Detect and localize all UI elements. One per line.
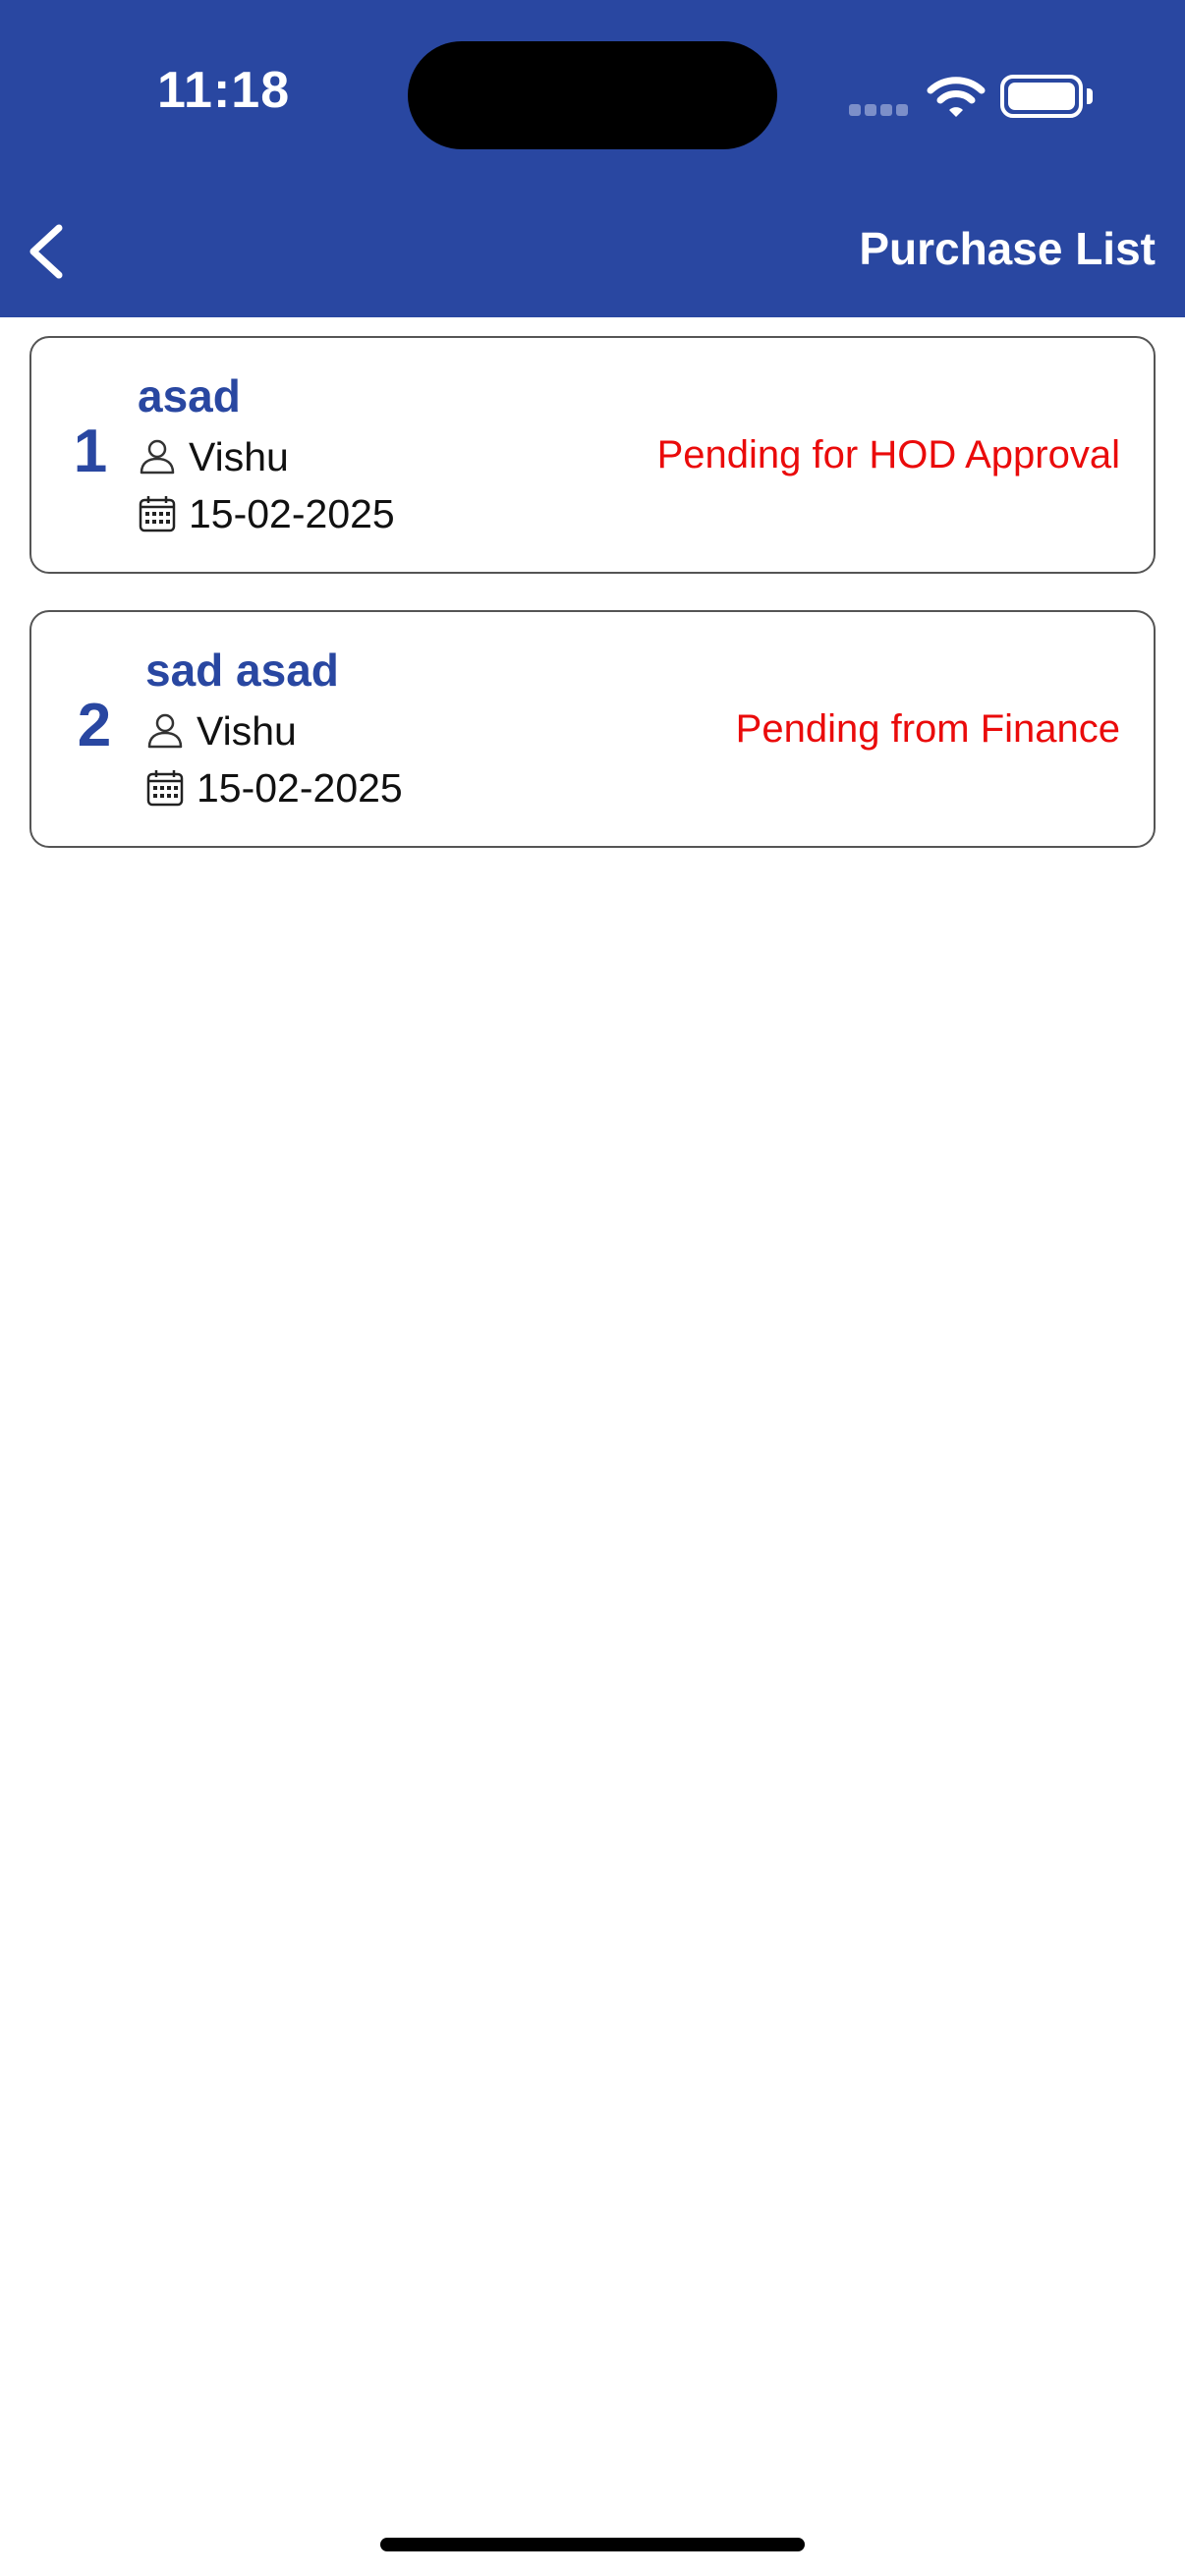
purchase-user: Vishu [189, 433, 289, 479]
purchase-user: Vishu [197, 707, 297, 754]
status-badge: Pending for HOD Approval [656, 433, 1120, 476]
purchase-user-row: Vishu [145, 703, 297, 758]
status-badge: Pending from Finance [735, 707, 1120, 751]
person-icon [147, 713, 183, 749]
battery-icon [1000, 75, 1083, 118]
chevron-left-icon [29, 224, 63, 279]
status-bar-time: 11:18 [157, 62, 291, 119]
purchase-title: sad asad [145, 644, 339, 696]
battery-level [1008, 83, 1075, 110]
purchase-date-row: 15-02-2025 [138, 486, 395, 541]
calendar-icon [146, 770, 184, 807]
dynamic-island [408, 41, 777, 149]
purchase-date: 15-02-2025 [197, 764, 403, 811]
purchase-user-row: Vishu [138, 429, 289, 484]
purchase-index: 2 [77, 692, 112, 759]
calendar-icon [139, 496, 176, 532]
cellular-signal-icon [849, 104, 908, 116]
purchase-date-row: 15-02-2025 [145, 760, 403, 815]
app-header: 11:18 Purchase List [0, 0, 1185, 317]
back-button[interactable] [18, 210, 81, 293]
battery-tip [1087, 88, 1093, 104]
purchase-title: asad [138, 370, 241, 421]
person-icon [140, 439, 175, 475]
purchase-card[interactable]: 2 sad asad Vishu 15-02-2025 Pending from… [29, 610, 1156, 848]
page-title: Purchase List [859, 223, 1156, 274]
home-indicator[interactable] [380, 2538, 805, 2551]
purchase-index: 1 [73, 418, 108, 485]
wifi-icon [927, 77, 986, 117]
purchase-card[interactable]: 1 asad Vishu 15-02-2025 Pending for HOD … [29, 336, 1156, 574]
purchase-date: 15-02-2025 [189, 490, 395, 536]
